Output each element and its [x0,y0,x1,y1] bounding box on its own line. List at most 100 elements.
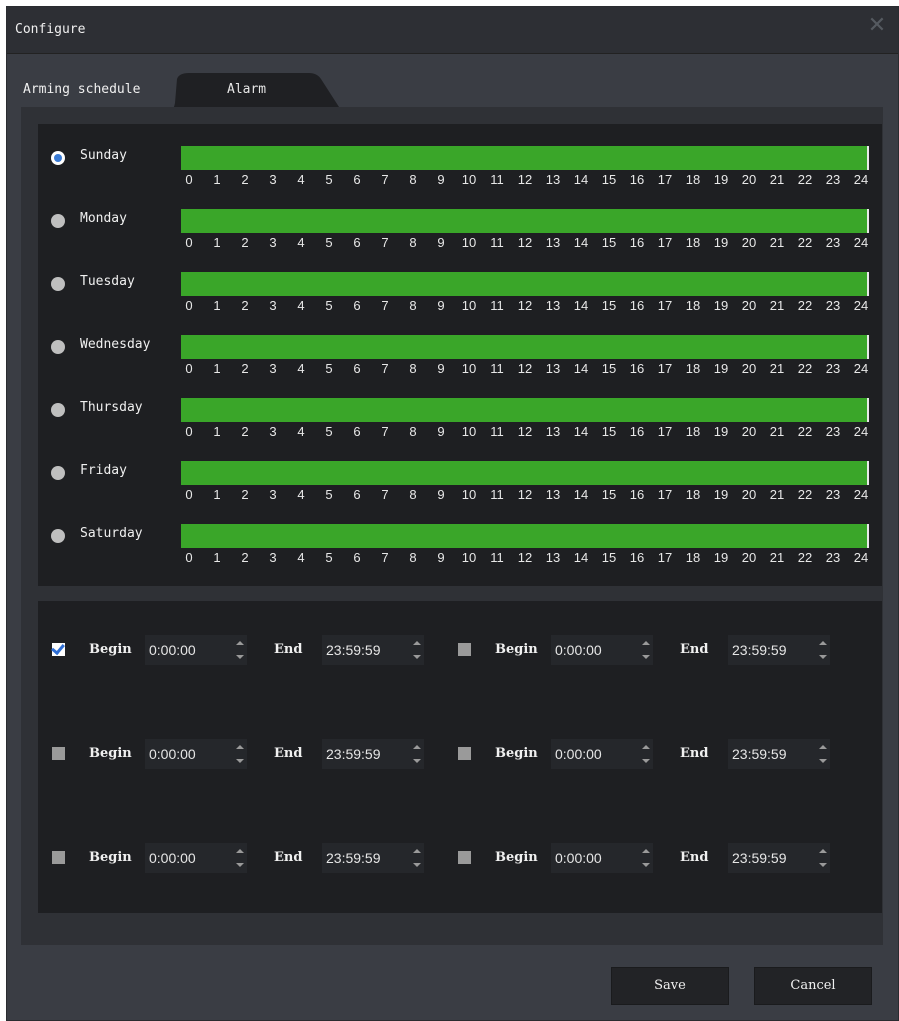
begin-time-input[interactable]: 0:00:00 [551,843,653,873]
spin-up-icon[interactable] [413,641,421,645]
spin-up-icon[interactable] [236,849,244,853]
begin-time-spinner[interactable] [233,739,247,769]
spin-up-icon[interactable] [236,641,244,645]
end-time-input[interactable]: 23:59:59 [322,843,424,873]
begin-time-input[interactable]: 0:00:00 [551,739,653,769]
hour-tick-label: 16 [629,298,645,313]
day-radio-sunday[interactable] [51,151,65,165]
spin-down-icon[interactable] [413,863,421,867]
end-time-spinner[interactable] [410,843,424,873]
end-time-spinner[interactable] [410,635,424,665]
spin-up-icon[interactable] [642,745,650,749]
spin-up-icon[interactable] [819,745,827,749]
spin-down-icon[interactable] [819,759,827,763]
begin-time-spinner[interactable] [639,739,653,769]
begin-time-spinner[interactable] [233,635,247,665]
armed-time-bar[interactable] [181,335,869,359]
hour-tick-label: 21 [769,172,785,187]
end-time-spinner[interactable] [816,843,830,873]
spin-down-icon[interactable] [819,655,827,659]
hour-tick-label: 9 [437,487,445,502]
armed-time-bar[interactable] [181,272,869,296]
period-checkbox[interactable] [458,643,471,656]
spin-down-icon[interactable] [413,759,421,763]
hour-tick-label: 2 [241,235,249,250]
begin-time-input[interactable]: 0:00:00 [145,635,247,665]
armed-time-bar[interactable] [181,398,869,422]
day-radio-thursday[interactable] [51,403,65,417]
end-time-input[interactable]: 23:59:59 [322,739,424,769]
spin-down-icon[interactable] [236,863,244,867]
hour-tick-label: 2 [241,424,249,439]
hour-tick-label: 7 [381,424,389,439]
day-radio-tuesday[interactable] [51,277,65,291]
hour-tick-label: 4 [297,424,305,439]
spin-down-icon[interactable] [642,863,650,867]
spin-up-icon[interactable] [819,849,827,853]
hour-tick-label: 17 [657,298,673,313]
spin-up-icon[interactable] [413,745,421,749]
begin-time-spinner[interactable] [639,635,653,665]
armed-time-bar[interactable] [181,461,869,485]
spin-up-icon[interactable] [642,849,650,853]
spin-up-icon[interactable] [413,849,421,853]
begin-time-spinner[interactable] [233,843,247,873]
hour-tick-label: 2 [241,550,249,565]
period-checkbox[interactable] [458,851,471,864]
spin-down-icon[interactable] [642,759,650,763]
spin-down-icon[interactable] [236,759,244,763]
period-checkbox[interactable] [52,851,65,864]
spin-down-icon[interactable] [642,655,650,659]
spin-down-icon[interactable] [819,863,827,867]
hour-tick-label: 16 [629,172,645,187]
end-time-spinner[interactable] [410,739,424,769]
day-label: Tuesday [80,274,135,289]
end-time-input[interactable]: 23:59:59 [728,739,830,769]
begin-time-value: 0:00:00 [555,850,602,866]
end-time-input[interactable]: 23:59:59 [322,635,424,665]
spin-up-icon[interactable] [642,641,650,645]
hour-tick-label: 19 [713,550,729,565]
hour-tick-label: 10 [461,235,477,250]
day-radio-wednesday[interactable] [51,340,65,354]
day-radio-monday[interactable] [51,214,65,228]
end-time-spinner[interactable] [816,635,830,665]
begin-time-input[interactable]: 0:00:00 [145,739,247,769]
end-time-input[interactable]: 23:59:59 [728,843,830,873]
save-button[interactable]: Save [611,967,729,1005]
end-time-input[interactable]: 23:59:59 [728,635,830,665]
begin-time-spinner[interactable] [639,843,653,873]
hour-tick-label: 24 [853,424,869,439]
day-radio-saturday[interactable] [51,529,65,543]
hour-tick-label: 23 [825,550,841,565]
period-checkbox[interactable] [52,747,65,760]
hour-tick-label: 24 [853,172,869,187]
tab-alarm[interactable]: Alarm [167,73,343,113]
hour-tick-label: 20 [741,298,757,313]
spin-up-icon[interactable] [819,641,827,645]
armed-time-bar[interactable] [181,524,869,548]
begin-time-input[interactable]: 0:00:00 [551,635,653,665]
hour-tick-label: 6 [353,235,361,250]
tab-arming-schedule[interactable]: Arming schedule [21,73,173,107]
day-row-saturday: Saturday 0 1 2 3 4 5 6 7 8 9 10 11 12 13 14 15 16 17 18 19 20… [38,508,882,568]
hour-tick-label: 18 [685,550,701,565]
armed-time-bar[interactable] [181,146,869,170]
period-checkbox[interactable] [458,747,471,760]
spin-down-icon[interactable] [413,655,421,659]
armed-time-bar[interactable] [181,209,869,233]
close-icon[interactable]: ✕ [866,15,888,37]
hour-tick-label: 3 [269,550,277,565]
cancel-button[interactable]: Cancel [754,967,872,1005]
hour-tick-label: 8 [409,487,417,502]
day-radio-friday[interactable] [51,466,65,480]
period-checkbox[interactable] [52,643,65,656]
begin-time-input[interactable]: 0:00:00 [145,843,247,873]
time-period-3: Begin 0:00:00 End 23:59:59 [38,737,444,773]
hour-tick-label: 19 [713,172,729,187]
hour-tick-label: 23 [825,298,841,313]
spin-up-icon[interactable] [236,745,244,749]
spin-down-icon[interactable] [236,655,244,659]
hour-tick-label: 22 [797,298,813,313]
end-time-spinner[interactable] [816,739,830,769]
